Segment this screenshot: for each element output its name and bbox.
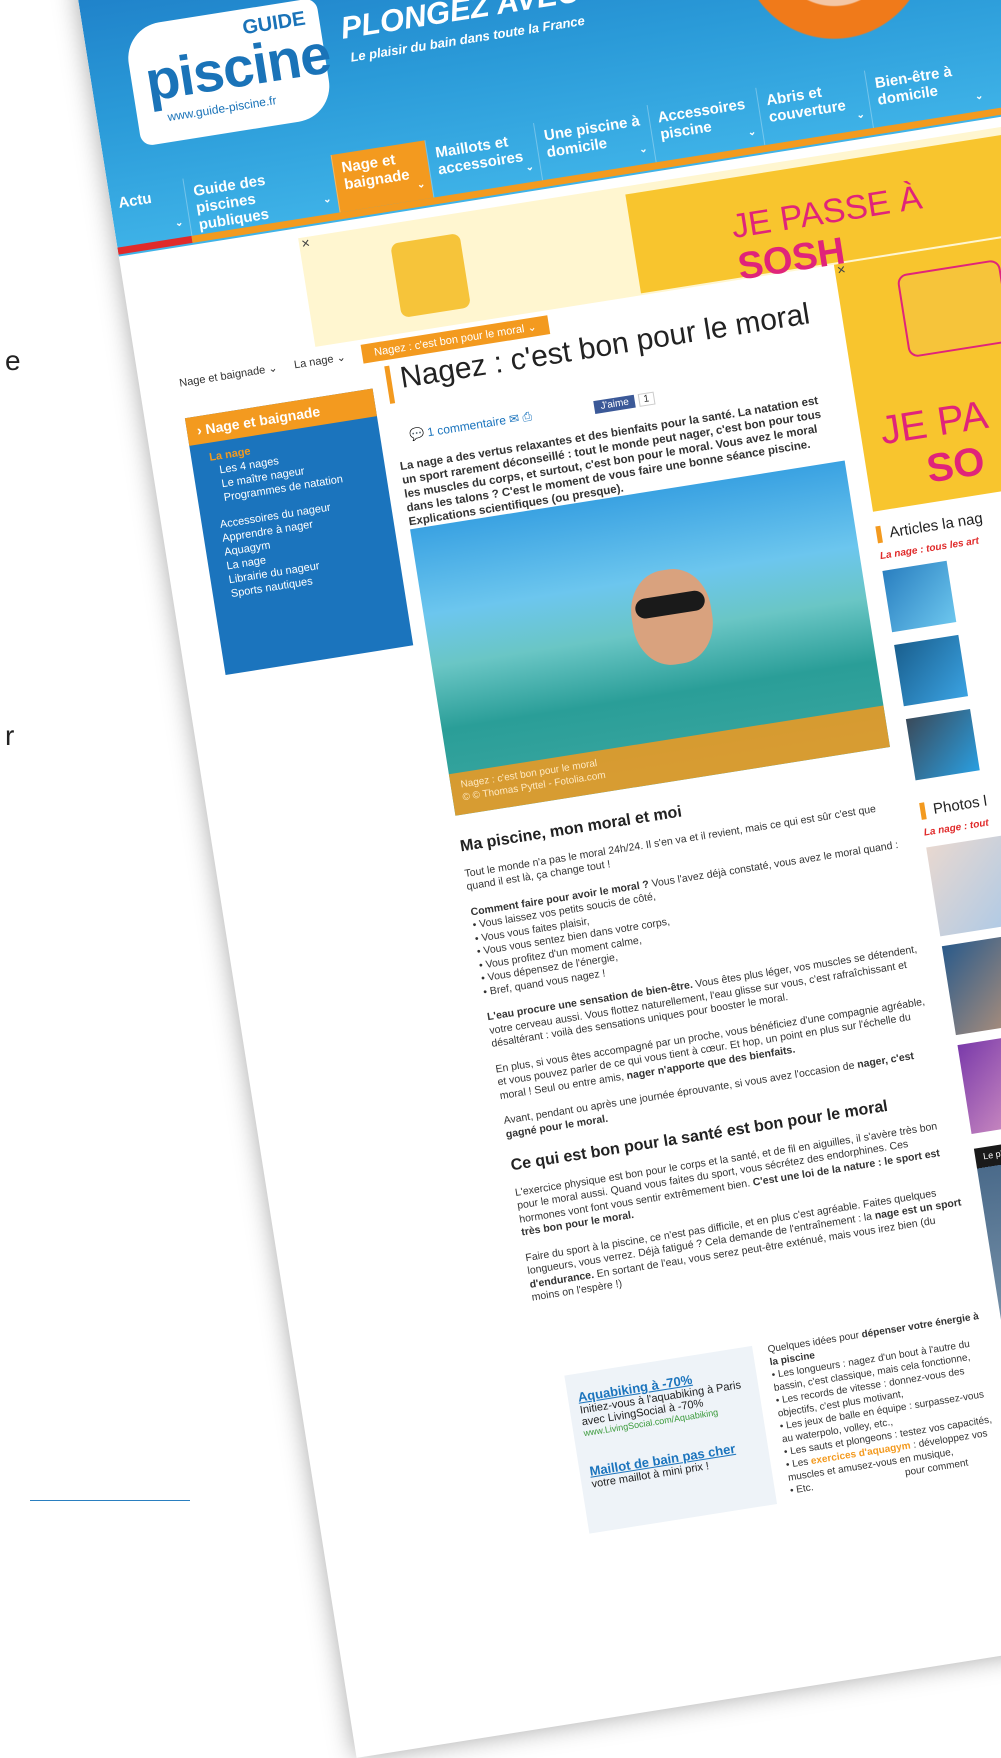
- article-thumbnail[interactable]: [905, 708, 980, 781]
- comments-link[interactable]: 1 commentaire: [426, 413, 507, 439]
- chevron-down-icon: ⌄: [322, 193, 333, 206]
- site-logo[interactable]: GUIDE piscine www.guide-piscine.fr: [123, 0, 335, 147]
- ideas-list: Quelques idées pour dépenser votre énerg…: [767, 1310, 1001, 1498]
- chevron-down-icon: ⌄: [974, 90, 985, 103]
- chevron-right-icon: ›: [195, 421, 203, 439]
- ad-mascot: [896, 258, 1001, 359]
- sidebar-menu: La nage Les 4 nages Le maître nageur Pro…: [208, 424, 402, 601]
- divider-line: [30, 1500, 190, 1501]
- breadcrumb-item[interactable]: Nage et baignade ⌄: [178, 361, 278, 389]
- title-accent: [384, 365, 396, 404]
- cropped-text-fragment: e: [5, 345, 21, 376]
- close-icon[interactable]: ✕: [300, 237, 311, 251]
- chevron-down-icon: ⌄: [174, 217, 185, 230]
- chevron-down-icon: ⌄: [746, 126, 757, 139]
- photo-thumbnail[interactable]: [957, 1030, 1001, 1134]
- ad-line: SO: [923, 438, 988, 492]
- article-thumbnail[interactable]: [882, 560, 957, 633]
- chevron-down-icon: ⌄: [855, 109, 866, 122]
- tilted-page-stage: GUIDE piscine www.guide-piscine.fr PLONG…: [75, 0, 1001, 1758]
- print-icon[interactable]: ⎙: [521, 409, 533, 424]
- chevron-down-icon: ⌄: [526, 321, 538, 335]
- breadcrumb-item[interactable]: La nage ⌄: [293, 350, 346, 371]
- like-count: 1: [637, 391, 656, 407]
- email-icon[interactable]: ✉: [508, 411, 520, 426]
- sosh-skyscraper-ad[interactable]: ✕ JE PA SO: [833, 217, 1001, 512]
- banner-mascot: [390, 232, 472, 319]
- page-left-margin: [0, 0, 30, 1719]
- photo-thumbnail[interactable]: [926, 833, 1001, 937]
- facebook-like-button[interactable]: J'aime: [593, 394, 636, 414]
- chevron-down-icon: ⌄: [267, 362, 279, 376]
- video-label: Le pla: [982, 1147, 1001, 1162]
- comment-icon: 💬: [408, 426, 426, 443]
- article-thumbnail[interactable]: [894, 634, 969, 707]
- cropped-text-fragment: r: [5, 720, 15, 751]
- webpage: GUIDE piscine www.guide-piscine.fr PLONG…: [75, 0, 1001, 1758]
- photo-thumbnail[interactable]: [941, 932, 1001, 1036]
- chevron-down-icon: ⌄: [335, 351, 347, 365]
- close-icon[interactable]: ✕: [836, 263, 847, 277]
- sponsored-links: Aquabiking à -70% Initiez-vous à l'aquab…: [564, 1345, 778, 1534]
- chevron-down-icon: ⌄: [524, 161, 535, 174]
- section-sidebar: › Nage et baignade La nage Les 4 nages L…: [184, 388, 414, 676]
- article-body: Ma piscine, mon moral et moi Tout le mon…: [459, 772, 969, 1317]
- chevron-down-icon: ⌄: [638, 143, 649, 156]
- chevron-down-icon: ⌄: [416, 178, 427, 191]
